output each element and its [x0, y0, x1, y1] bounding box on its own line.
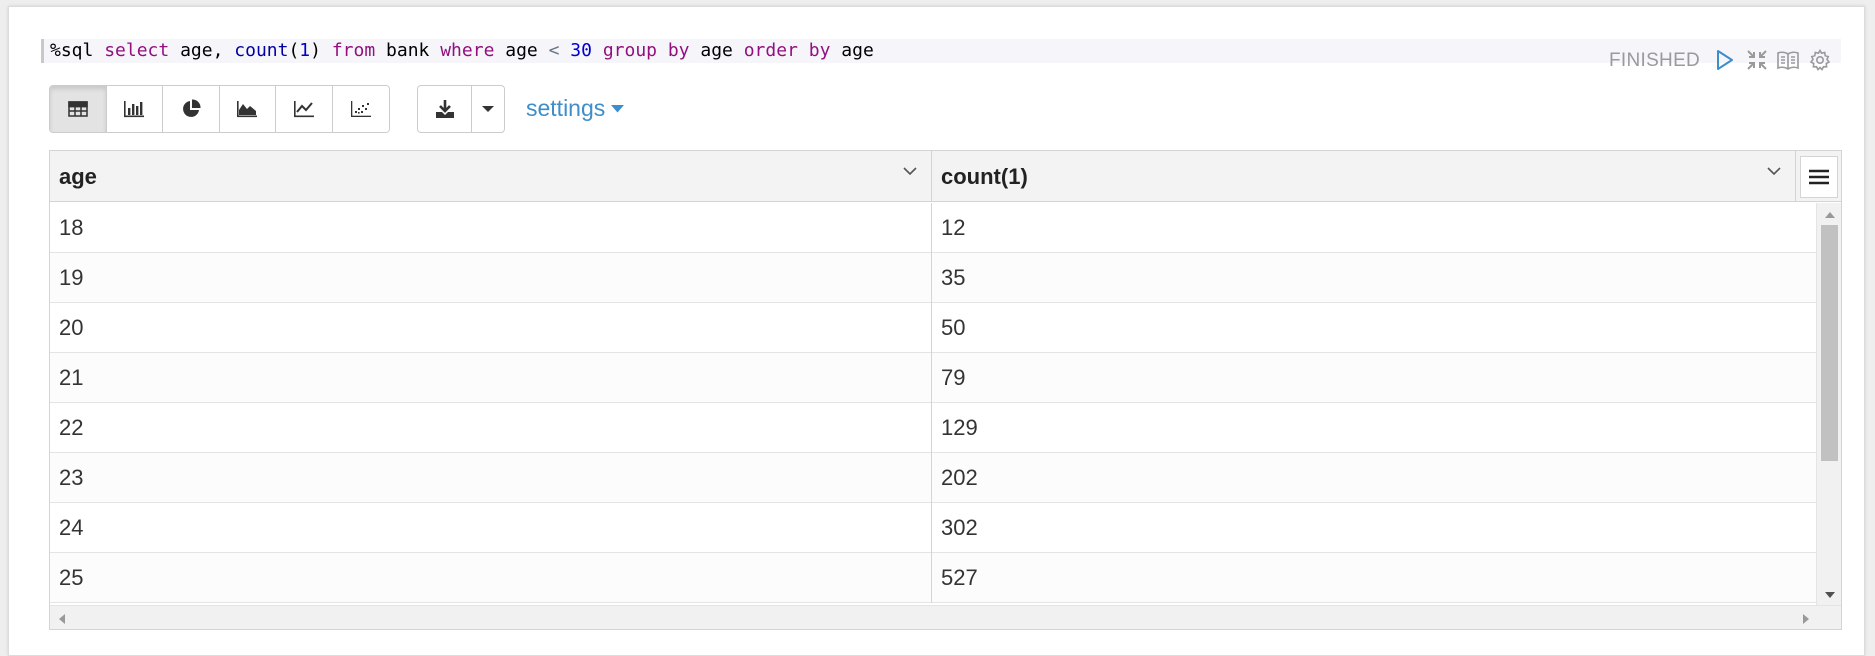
cell-age[interactable]: 22	[50, 403, 932, 453]
cell-count[interactable]: 202	[932, 453, 1816, 503]
table-row: 24 302	[50, 503, 1816, 553]
result-grid: age count(1) 18 12 19 35 20 50 21 79 22 129 23 202 2…	[49, 150, 1842, 630]
play-icon[interactable]	[1712, 47, 1738, 73]
code-editor[interactable]: %sql select age, count(1) from bank wher…	[41, 39, 1841, 63]
code-token: from	[331, 40, 376, 61]
code-token: order	[743, 40, 798, 61]
grid-menu-button[interactable]	[1800, 156, 1838, 198]
paragraph-container: %sql select age, count(1) from bank wher…	[8, 6, 1865, 656]
scatter-chart-button[interactable]	[332, 86, 389, 132]
code-token: age	[494, 40, 549, 61]
cell-count[interactable]: 12	[932, 203, 1816, 253]
scroll-down-icon[interactable]	[1825, 591, 1835, 599]
cell-age[interactable]: 19	[50, 253, 932, 303]
scroll-right-icon[interactable]	[1802, 614, 1810, 624]
scroll-up-icon[interactable]	[1825, 211, 1835, 219]
code-token: by	[808, 40, 831, 61]
download-icon	[435, 100, 454, 118]
pie-chart-icon	[181, 99, 201, 119]
column-header-age[interactable]: age	[50, 151, 932, 202]
code-token: <	[548, 40, 560, 61]
code-token: where	[440, 40, 495, 61]
code-token: )	[310, 40, 332, 61]
collapse-icon[interactable]	[1744, 47, 1770, 73]
cell-age[interactable]: 24	[50, 503, 932, 553]
code-token: group	[602, 40, 657, 61]
cell-count[interactable]: 302	[932, 503, 1816, 553]
scroll-left-icon[interactable]	[58, 614, 66, 624]
table-row: 23 202	[50, 453, 1816, 503]
book-icon[interactable]	[1775, 47, 1801, 73]
table-row: 18 12	[50, 203, 1816, 253]
settings-label: settings	[526, 95, 606, 121]
cell-count[interactable]: 527	[932, 553, 1816, 603]
code-token: age	[830, 40, 874, 61]
grid-body: 18 12 19 35 20 50 21 79 22 129 23 202 24 302 25 527	[50, 203, 1816, 605]
download-dropdown-button[interactable]	[472, 86, 504, 132]
code-token: bank	[375, 40, 441, 61]
hamburger-menu-icon	[1809, 169, 1829, 185]
cell-age[interactable]: 23	[50, 453, 932, 503]
code-token: 30	[570, 40, 592, 61]
settings-toggle[interactable]: settings	[526, 95, 625, 122]
area-chart-button[interactable]	[219, 86, 276, 132]
pie-chart-button[interactable]	[163, 86, 220, 132]
horizontal-scrollbar[interactable]	[50, 605, 1841, 629]
area-chart-icon	[236, 100, 258, 118]
scatter-chart-icon	[350, 100, 372, 118]
column-header-label: count(1)	[941, 163, 1028, 189]
code-token: (	[288, 40, 300, 61]
download-button[interactable]	[418, 86, 472, 132]
vertical-scroll-thumb[interactable]	[1821, 225, 1838, 461]
bar-chart-button[interactable]	[106, 86, 163, 132]
code-token: 1	[299, 40, 311, 61]
table-row: 20 50	[50, 303, 1816, 353]
status-label: FINISHED	[1609, 50, 1701, 71]
cell-age[interactable]: 25	[50, 553, 932, 603]
cell-count[interactable]: 35	[932, 253, 1816, 303]
code-token: count	[234, 40, 289, 61]
gear-icon[interactable]	[1807, 47, 1833, 73]
table-row: 19 35	[50, 253, 1816, 303]
table-row: 22 129	[50, 403, 1816, 453]
column-header-label: age	[59, 163, 97, 189]
line-chart-icon	[293, 100, 315, 118]
cell-count[interactable]: 79	[932, 353, 1816, 403]
bar-chart-icon	[123, 100, 145, 118]
code-token: by	[667, 40, 690, 61]
code-token: select	[104, 40, 170, 61]
interpreter-tag: %sql	[50, 40, 94, 61]
cell-age[interactable]: 18	[50, 203, 932, 253]
caret-down-icon	[482, 106, 494, 112]
chevron-down-icon[interactable]	[1767, 167, 1781, 176]
table-row: 25 527	[50, 553, 1816, 603]
code-token: age	[689, 40, 744, 61]
table-icon	[68, 101, 88, 117]
chart-type-toolbar	[49, 85, 390, 133]
table-row: 21 79	[50, 353, 1816, 403]
cell-count[interactable]: 50	[932, 303, 1816, 353]
column-header-count[interactable]: count(1)	[932, 151, 1796, 202]
table-button[interactable]	[50, 86, 107, 132]
code-token: age,	[169, 40, 235, 61]
cell-age[interactable]: 21	[50, 353, 932, 403]
chevron-down-icon[interactable]	[903, 167, 917, 176]
sql-code: select age, count(1) from bank where age…	[104, 40, 874, 61]
grid-header: age count(1)	[50, 151, 1841, 202]
download-button-group	[417, 85, 505, 133]
caret-down-icon	[611, 104, 625, 112]
line-chart-button[interactable]	[276, 86, 333, 132]
cell-count[interactable]: 129	[932, 403, 1816, 453]
vertical-scrollbar[interactable]	[1816, 203, 1841, 605]
cell-age[interactable]: 20	[50, 303, 932, 353]
